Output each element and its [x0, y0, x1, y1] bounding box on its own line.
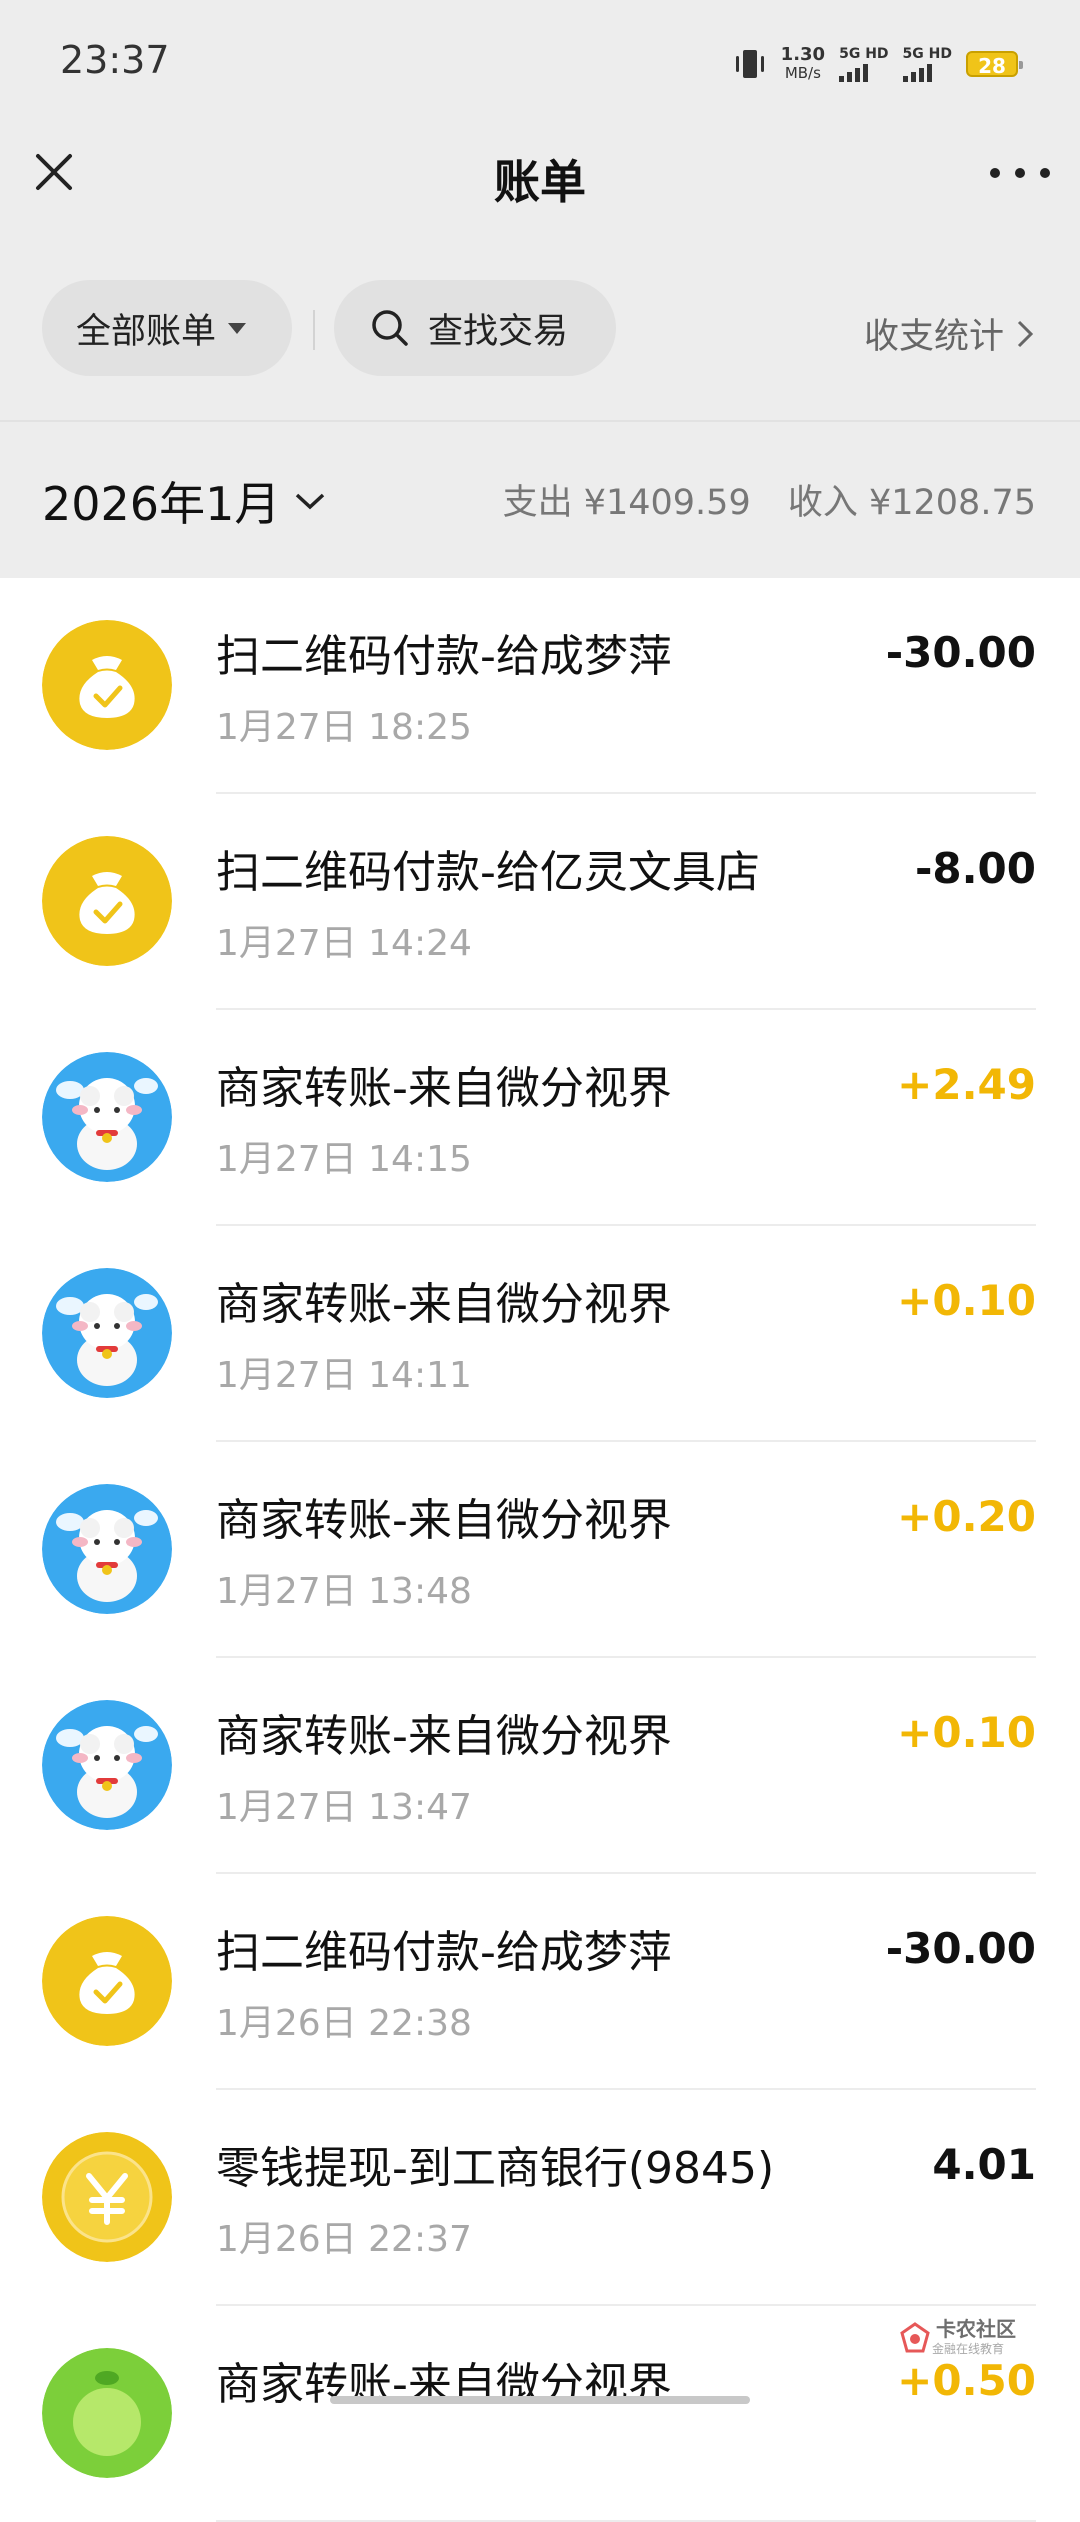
signal-bars-icon [902, 62, 932, 82]
all-bills-dropdown[interactable]: 全部账单 [42, 280, 292, 376]
month-label: 2026年1月 [42, 477, 281, 531]
sim2-label: 5G HD [902, 46, 952, 62]
transaction-amount: +2.49 [897, 1060, 1036, 1109]
transaction-title: 商家转账-来自微分视界 [216, 1279, 672, 1330]
month-totals: 支出 ¥1409.59 收入 ¥1208.75 [477, 474, 1036, 525]
transaction-date: 1月26日 22:38 [216, 2003, 472, 2044]
transaction-date: 1月27日 13:48 [216, 1571, 472, 1612]
transaction-row[interactable]: 扫二维码付款-给亿灵文具店 1月27日 14:24 -8.00 [0, 794, 1080, 1010]
transaction-amount: +0.10 [897, 1708, 1036, 1757]
watermark-tagline: 金融在线教育 [932, 2342, 1005, 2356]
watermark-text: 卡农社区 金融在线教育 [932, 2319, 1016, 2357]
transaction-title: 扫二维码付款-给亿灵文具店 [216, 847, 760, 898]
watermark-logo: 卡农社区 金融在线教育 [898, 2316, 1048, 2360]
transaction-date: 1月27日 14:15 [216, 1139, 472, 1180]
sheep-avatar [42, 1700, 172, 1830]
vibrate-icon [735, 50, 764, 78]
transaction-date: 1月27日 13:47 [216, 1787, 472, 1828]
transaction-title: 扫二维码付款-给成梦萍 [216, 631, 672, 682]
status-bar: 23:37 1.30 MB/s 5G HD 5G HD 28 [0, 0, 1080, 130]
transaction-title: 扫二维码付款-给成梦萍 [216, 1927, 672, 1978]
transaction-row[interactable]: 商家转账-来自微分视界 1月27日 13:48 +0.20 [0, 1442, 1080, 1658]
wallet-bag-icon [42, 1916, 172, 2046]
more-options-icon[interactable] [990, 148, 1050, 198]
wallet-bag-icon [42, 620, 172, 750]
speed-unit: MB/s [784, 64, 821, 82]
wallet-bag-icon [42, 836, 172, 966]
transaction-title: 商家转账-来自微分视界 [216, 1063, 672, 1114]
home-indicator[interactable] [330, 2396, 750, 2404]
transaction-amount: -8.00 [914, 844, 1036, 893]
sheep-avatar [42, 1268, 172, 1398]
transaction-date: 1月27日 18:25 [216, 707, 472, 748]
sheep-avatar [42, 1484, 172, 1614]
signal-bars-icon [839, 62, 869, 82]
watermark-name: 卡农社区 [936, 2317, 1016, 2341]
transaction-title: 零钱提现-到工商银行(9845) [216, 2143, 775, 2194]
sheep-avatar [42, 1052, 172, 1182]
transaction-amount: +0.20 [897, 1492, 1036, 1541]
search-transactions-button[interactable]: 查找交易 [334, 280, 616, 376]
chevron-down-icon [296, 493, 325, 510]
chevron-right-icon [1017, 320, 1034, 347]
all-bills-label: 全部账单 [76, 311, 217, 352]
month-summary-row: 2026年1月 支出 ¥1409.59 收入 ¥1208.75 [0, 422, 1080, 578]
transaction-row[interactable]: 零钱提现-到工商银行(9845) 1月26日 22:37 4.01 [0, 2090, 1080, 2306]
nav-bar: 账单 [0, 130, 1080, 220]
green-avatar [42, 2348, 172, 2478]
transaction-amount: -30.00 [885, 1924, 1036, 1973]
transaction-title: 商家转账-来自微分视界 [216, 1495, 672, 1546]
income-expense-stats-link[interactable]: 收支统计 [864, 308, 1034, 359]
yuan-coin-icon [42, 2132, 172, 2262]
dropdown-caret-icon [228, 322, 247, 334]
transaction-date: 1月27日 14:24 [216, 923, 472, 964]
status-icons: 1.30 MB/s 5G HD 5G HD 28 [733, 40, 1023, 88]
sim1-label: 5G HD [839, 46, 889, 62]
status-time: 23:37 [60, 38, 170, 82]
page-title: 账单 [494, 155, 586, 209]
network-speed: 1.30 MB/s [780, 44, 826, 83]
expense-total: 支出 ¥1409.59 [502, 483, 751, 523]
sim1-signal: 5G HD [839, 46, 889, 82]
transaction-amount: -30.00 [885, 628, 1036, 677]
transaction-amount: +0.10 [897, 1276, 1036, 1325]
transaction-row[interactable]: 扫二维码付款-给成梦萍 1月27日 18:25 -30.00 [0, 578, 1080, 794]
transaction-amount: +0.50 [897, 2356, 1036, 2405]
search-label: 查找交易 [428, 311, 569, 352]
transaction-date: 1月26日 22:37 [216, 2219, 472, 2260]
transaction-row[interactable]: 商家转账-来自微分视界 1月27日 14:11 +0.10 [0, 1226, 1080, 1442]
filter-bar: 全部账单 查找交易 收支统计 [0, 280, 1080, 378]
transaction-row[interactable]: 商家转账-来自微分视界 1月27日 13:47 +0.10 [0, 1658, 1080, 1874]
month-selector[interactable]: 2026年1月 [42, 468, 326, 534]
transaction-amount: 4.01 [932, 2140, 1036, 2189]
transaction-row[interactable]: 扫二维码付款-给成梦萍 1月26日 22:38 -30.00 [0, 1874, 1080, 2090]
transaction-date: 1月27日 14:11 [216, 1355, 472, 1396]
filter-divider [313, 310, 315, 350]
speed-value: 1.30 [780, 44, 826, 65]
transaction-row[interactable]: 商家转账-来自微分视界 1月27日 14:15 +2.49 [0, 1010, 1080, 1226]
sim2-signal: 5G HD [902, 46, 952, 82]
battery-icon: 28 [966, 51, 1023, 78]
search-icon [372, 310, 408, 346]
income-total: 收入 ¥1208.75 [787, 483, 1036, 523]
stats-label: 收支统计 [863, 317, 1004, 357]
kanong-logo-icon [900, 2322, 930, 2353]
transaction-title: 商家转账-来自微分视界 [216, 1711, 672, 1762]
transaction-list: 扫二维码付款-给成梦萍 1月27日 18:25 -30.00 扫二维码付款-给亿灵文具… [0, 578, 1080, 2522]
